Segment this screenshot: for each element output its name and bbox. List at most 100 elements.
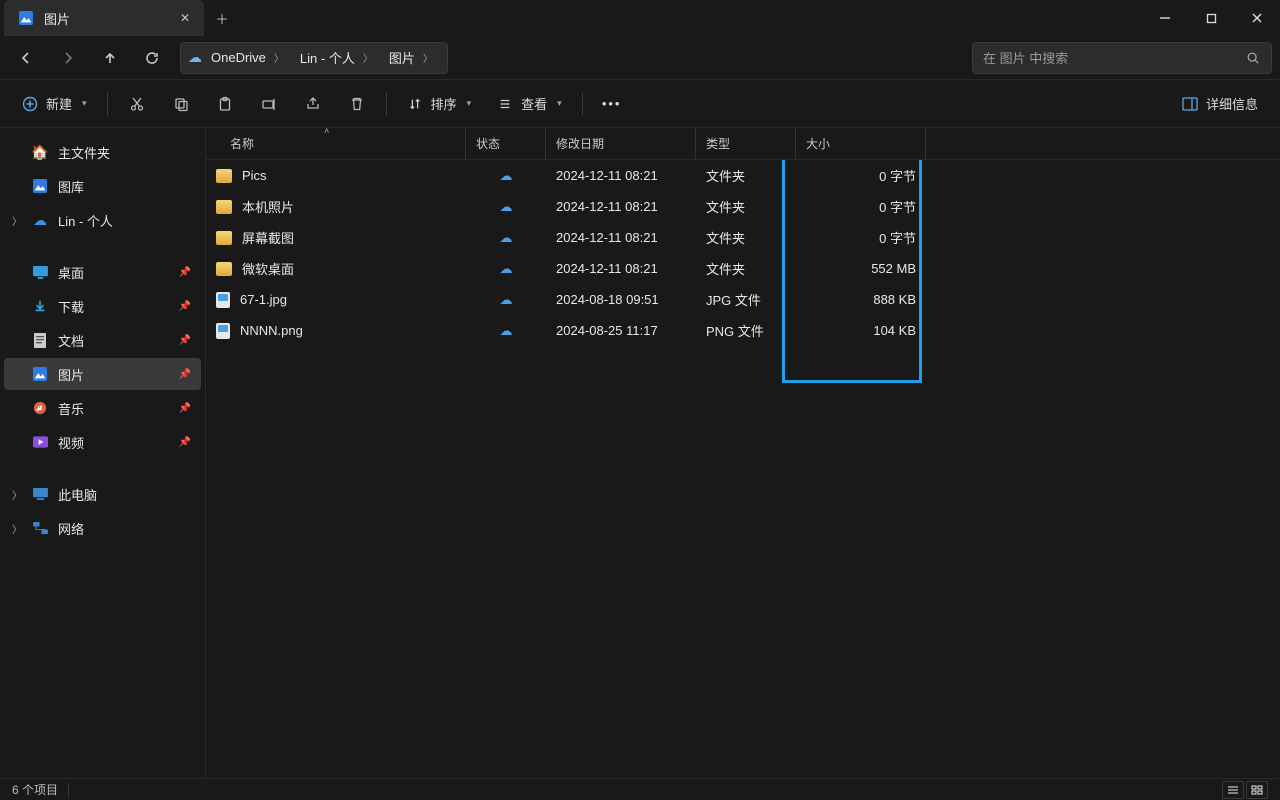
- paste-button[interactable]: [206, 87, 244, 121]
- column-header-name[interactable]: 名称: [206, 128, 466, 159]
- sidebar-item-videos[interactable]: 视频 📌: [4, 426, 201, 458]
- column-header-date[interactable]: 修改日期: [546, 128, 696, 159]
- ellipsis-icon: •••: [602, 96, 622, 111]
- folder-icon: [216, 231, 232, 245]
- search-icon: [1245, 50, 1261, 66]
- table-row[interactable]: 67-1.jpg☁2024-08-18 09:51JPG 文件888 KB: [206, 284, 1280, 315]
- picture-icon: [32, 366, 48, 382]
- plus-circle-icon: [22, 96, 38, 112]
- list-icon: [497, 96, 513, 112]
- table-row[interactable]: 微软桌面☁2024-12-11 08:21文件夹552 MB: [206, 253, 1280, 284]
- music-icon: [32, 400, 48, 416]
- sidebar: 🏠 主文件夹 图库 〉 ☁ Lin - 个人 桌面 📌 下载 📌 文档 📌: [0, 128, 206, 778]
- sidebar-item-pictures[interactable]: 图片 📌: [4, 358, 201, 390]
- table-row[interactable]: 本机照片☁2024-12-11 08:21文件夹0 字节: [206, 191, 1280, 222]
- pin-icon: 📌: [179, 369, 191, 380]
- file-size: 0 字节: [879, 228, 916, 247]
- details-pane-button[interactable]: 详细信息: [1172, 87, 1268, 121]
- chevron-right-icon[interactable]: 〉: [12, 487, 22, 502]
- rename-button[interactable]: [250, 87, 288, 121]
- delete-button[interactable]: [338, 87, 376, 121]
- breadcrumb-segment[interactable]: 图片〉: [381, 44, 441, 72]
- folder-icon: [216, 262, 232, 276]
- image-file-icon: [216, 323, 230, 339]
- sidebar-item-documents[interactable]: 文档 📌: [4, 324, 201, 356]
- file-rows: Pics☁2024-12-11 08:21文件夹0 字节本机照片 ☁ 2024-12…: [206, 160, 1280, 778]
- folder-icon: [216, 200, 232, 214]
- cut-button[interactable]: [118, 87, 156, 121]
- refresh-button[interactable]: [134, 42, 170, 74]
- file-name: 本机照片: [242, 197, 294, 216]
- breadcrumb[interactable]: ☁ OneDrive〉 Lin - 个人〉 图片〉: [180, 42, 448, 74]
- cloud-status-icon: ☁: [500, 230, 513, 246]
- copy-button[interactable]: [162, 87, 200, 121]
- toolbar: 新建 ▾ 排序 ▾ 查看 ▾ ••• 详细信息: [0, 80, 1280, 128]
- sidebar-item-gallery[interactable]: 图库: [4, 170, 201, 202]
- address-bar-row: ☁ OneDrive〉 Lin - 个人〉 图片〉 在 图片 中搜索: [0, 36, 1280, 80]
- share-button[interactable]: [294, 87, 332, 121]
- sidebar-item-downloads[interactable]: 下载 📌: [4, 290, 201, 322]
- file-size: 104 KB: [873, 323, 916, 338]
- table-row[interactable]: Pics☁2024-12-11 08:21文件夹0 字节: [206, 160, 1280, 191]
- sidebar-item-onedrive-personal[interactable]: 〉 ☁ Lin - 个人: [4, 204, 201, 236]
- title-bar: 图片 ✕ ＋: [0, 0, 1280, 36]
- file-size: 0 字节: [879, 197, 916, 216]
- chevron-down-icon: ▾: [467, 98, 472, 109]
- maximize-button[interactable]: [1188, 0, 1234, 36]
- sort-icon: [407, 96, 423, 112]
- sidebar-item-home[interactable]: 🏠 主文件夹: [4, 136, 201, 168]
- breadcrumb-segment[interactable]: Lin - 个人〉: [292, 44, 381, 72]
- status-bar: 6 个项目: [0, 778, 1280, 800]
- sort-button[interactable]: 排序 ▾: [397, 87, 482, 121]
- file-name: 屏幕截图: [242, 228, 294, 247]
- sidebar-item-this-pc[interactable]: 〉 此电脑: [4, 478, 201, 510]
- cut-icon: [129, 96, 145, 112]
- add-tab-button[interactable]: ＋: [204, 0, 240, 36]
- pin-icon: 📌: [179, 301, 191, 312]
- file-date: 2024-08-25 11:17: [556, 323, 658, 338]
- up-button[interactable]: [92, 42, 128, 74]
- table-row[interactable]: NNNN.png☁2024-08-25 11:17PNG 文件104 KB: [206, 315, 1280, 346]
- cloud-status-icon: ☁: [500, 168, 513, 184]
- minimize-button[interactable]: [1142, 0, 1188, 36]
- pin-icon: 📌: [179, 335, 191, 346]
- search-input[interactable]: 在 图片 中搜索: [972, 42, 1272, 74]
- chevron-right-icon[interactable]: 〉: [12, 521, 22, 536]
- back-button[interactable]: [8, 42, 44, 74]
- cloud-status-icon: ☁: [500, 261, 513, 277]
- copy-icon: [173, 96, 189, 112]
- column-header-status[interactable]: 状态: [466, 128, 546, 159]
- view-mode-details-button[interactable]: [1222, 781, 1244, 799]
- folder-icon: [216, 169, 232, 183]
- forward-button[interactable]: [50, 42, 86, 74]
- chevron-down-icon: ▾: [82, 98, 87, 109]
- cloud-status-icon: ☁: [500, 199, 513, 215]
- column-header-size[interactable]: 大小: [796, 128, 926, 159]
- window-tab[interactable]: 图片 ✕: [4, 0, 204, 36]
- image-file-icon: [216, 292, 230, 308]
- rename-icon: [261, 96, 277, 112]
- breadcrumb-segment[interactable]: OneDrive〉: [203, 44, 292, 72]
- new-button[interactable]: 新建 ▾: [12, 87, 97, 121]
- sidebar-item-music[interactable]: 音乐 📌: [4, 392, 201, 424]
- more-button[interactable]: •••: [593, 87, 631, 121]
- sidebar-item-desktop[interactable]: 桌面 📌: [4, 256, 201, 288]
- document-icon: [32, 332, 48, 348]
- close-tab-icon[interactable]: ✕: [180, 11, 190, 25]
- close-window-button[interactable]: [1234, 0, 1280, 36]
- cloud-icon: ☁: [32, 212, 48, 228]
- chevron-right-icon: 〉: [423, 50, 433, 65]
- window-controls: [1142, 0, 1280, 36]
- sidebar-item-network[interactable]: 〉 网络: [4, 512, 201, 544]
- view-button[interactable]: 查看 ▾: [487, 87, 572, 121]
- pc-icon: [32, 486, 48, 502]
- view-mode-thumbnails-button[interactable]: [1246, 781, 1268, 799]
- file-type: 文件夹: [706, 228, 745, 247]
- chevron-right-icon[interactable]: 〉: [12, 213, 22, 228]
- network-icon: [32, 520, 48, 536]
- column-header-type[interactable]: 类型: [696, 128, 796, 159]
- table-row[interactable]: 屏幕截图 ☁ 2024-12-11 08:21 文件夹 0 字节: [206, 222, 1280, 253]
- share-icon: [305, 96, 321, 112]
- file-name: 67-1.jpg: [240, 292, 287, 307]
- file-date: 2024-12-11 08:21: [556, 230, 658, 245]
